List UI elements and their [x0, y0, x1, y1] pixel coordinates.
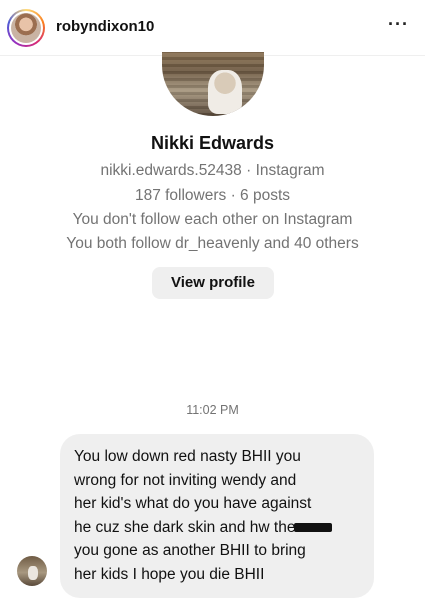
redaction-mark	[294, 522, 333, 532]
message-line: her kids I hope you die BHII	[74, 565, 265, 583]
profile-name: Nikki Edwards	[150, 133, 275, 153]
profile-picture[interactable]	[162, 52, 264, 116]
follow-status: You don't follow each other on Instagram	[72, 211, 353, 228]
message-timestamp: 11:02 PM	[186, 403, 239, 417]
mutual-followers: You both follow dr_heavenly and 40 other…	[66, 235, 359, 252]
message-bubble[interactable]: You low down red nasty BHII you wrong fo…	[60, 434, 374, 598]
profile-handle: nikki.edwards.52438 · Instagram	[100, 162, 325, 179]
message-line: you gone as another BHII to bring	[74, 542, 306, 559]
avatar-frame	[9, 11, 43, 45]
message-line: wrong for not inviting wendy and	[74, 471, 297, 489]
message-line-text: he cuz she dark skin and hw the	[74, 518, 296, 536]
post-header: robyndixon10 ···	[0, 0, 425, 56]
user-avatar-icon	[11, 13, 41, 43]
sender-avatar-person	[28, 566, 38, 580]
story-ring-avatar[interactable]	[7, 9, 45, 47]
message-line-with-redaction: he cuz she dark skin and hw the	[74, 516, 360, 540]
post-username[interactable]: robyndixon10	[56, 18, 154, 35]
message-line: You low down red nasty BHII you	[74, 448, 301, 465]
view-profile-button[interactable]: View profile	[152, 267, 274, 299]
sender-avatar[interactable]	[17, 556, 47, 586]
message-line: her kid's what do you have against	[74, 495, 312, 512]
profile-picture-person	[208, 70, 242, 114]
profile-stats: 187 followers · 6 posts	[134, 187, 291, 204]
more-options-icon[interactable]: ···	[388, 14, 409, 35]
